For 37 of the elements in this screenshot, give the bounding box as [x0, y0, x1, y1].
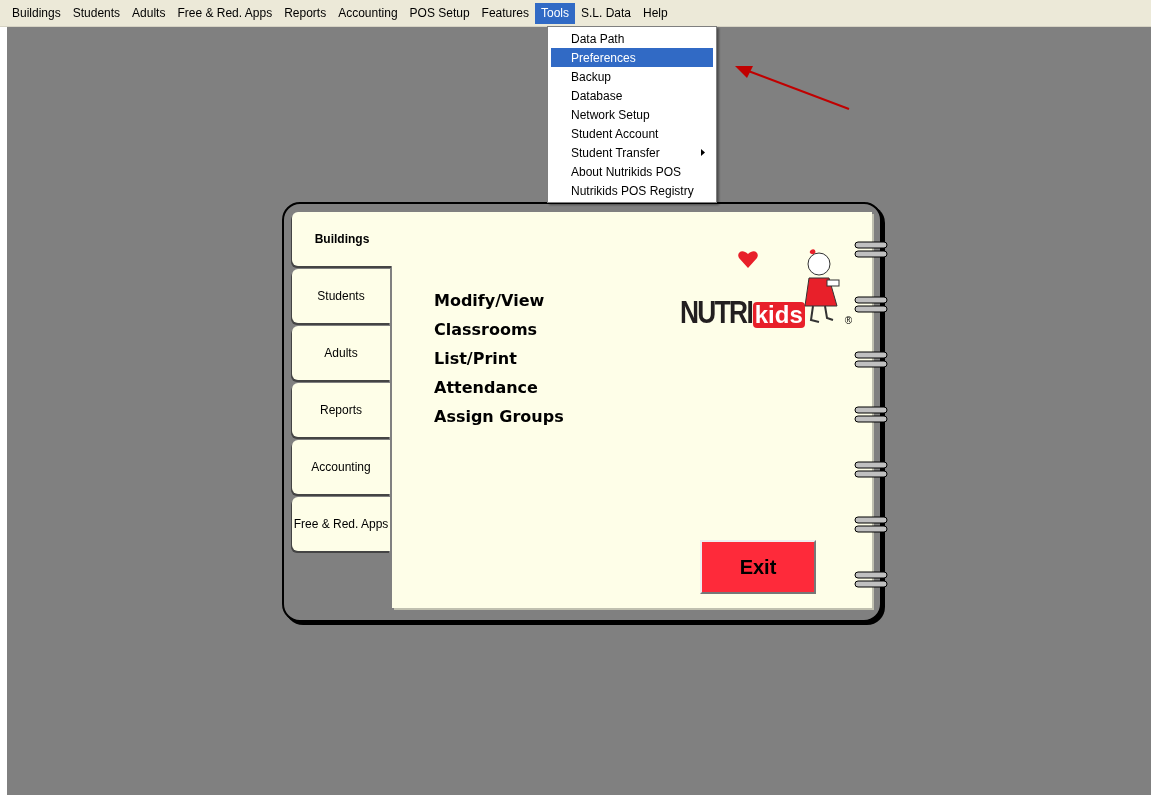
menu-item[interactable]: Features: [475, 2, 535, 24]
menu-link[interactable]: Classrooms: [434, 319, 564, 341]
exit-button[interactable]: Exit: [700, 540, 816, 594]
notebook-tab[interactable]: Students: [292, 269, 390, 323]
menu-item[interactable]: S.L. Data: [575, 2, 637, 24]
notebook-tab[interactable]: Accounting: [292, 440, 390, 494]
menu-item[interactable]: Tools: [534, 2, 575, 24]
submenu-arrow-icon: [701, 149, 705, 156]
menu-link[interactable]: Attendance: [434, 377, 564, 399]
registered-mark: ®: [844, 314, 853, 328]
menu-item[interactable]: Reports: [278, 2, 333, 24]
menu-item[interactable]: Buildings: [6, 2, 67, 24]
logo-text: kids: [752, 301, 805, 328]
notebook-tab[interactable]: Free & Red. Apps: [292, 497, 390, 551]
menu-link[interactable]: Assign Groups: [434, 406, 564, 428]
menu-item[interactable]: Students: [66, 2, 127, 24]
notebook-tab[interactable]: Buildings: [292, 212, 392, 266]
menu-item[interactable]: Free & Red. Apps: [171, 2, 279, 24]
menu-item[interactable]: Backup: [551, 67, 713, 86]
notebook-tab[interactable]: Adults: [292, 326, 390, 380]
menu-item[interactable]: Student Transfer: [551, 143, 713, 162]
menu-item[interactable]: Adults: [126, 2, 172, 24]
menu-link[interactable]: Modify/View: [434, 290, 564, 312]
menu-item[interactable]: Network Setup: [551, 105, 713, 124]
menu-item[interactable]: Database: [551, 86, 713, 105]
menu-link[interactable]: List/Print: [434, 348, 564, 370]
logo-text: NUTRI: [680, 297, 752, 328]
notebook-tab[interactable]: Reports: [292, 383, 390, 437]
menu-item[interactable]: Data Path: [551, 29, 713, 48]
menu-item[interactable]: Preferences: [551, 48, 713, 67]
menu-item[interactable]: Help: [637, 2, 674, 24]
heart-icon: [738, 250, 758, 268]
menu-item[interactable]: Accounting: [332, 2, 404, 24]
menu-item[interactable]: Student Account: [551, 124, 713, 143]
menu-item[interactable]: POS Setup: [403, 2, 476, 24]
menu-item[interactable]: Nutrikids POS Registry: [551, 181, 713, 200]
menu-item[interactable]: About Nutrikids POS: [551, 162, 713, 181]
